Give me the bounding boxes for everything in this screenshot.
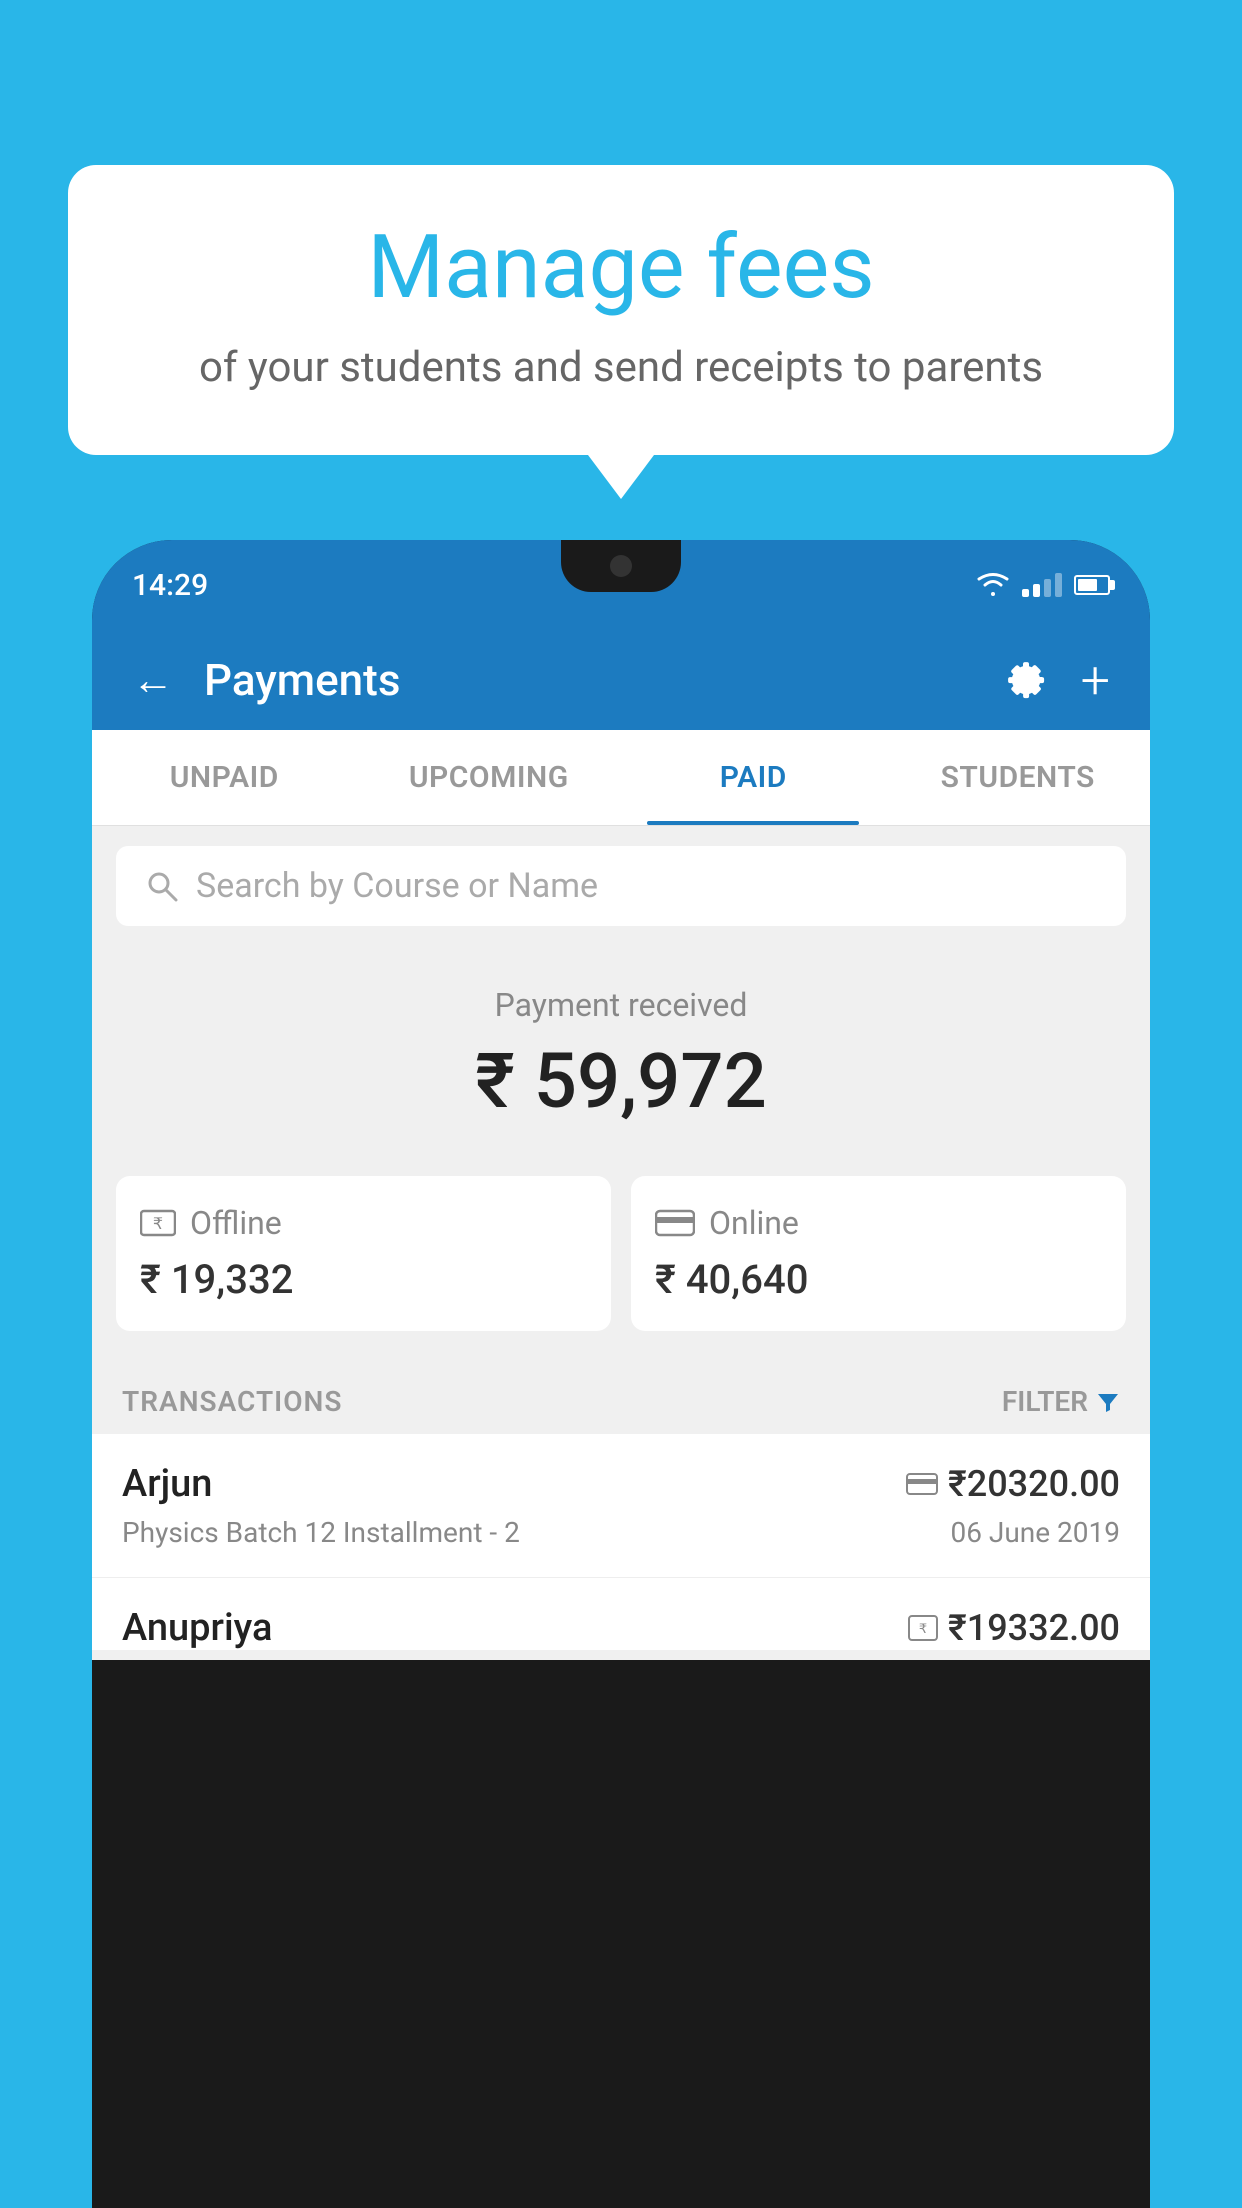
speech-bubble: Manage fees of your students and send re… xyxy=(68,165,1174,455)
tabs-bar: UNPAID UPCOMING PAID STUDENTS xyxy=(92,730,1150,826)
transaction-top: Arjun ₹20320.00 xyxy=(122,1462,1120,1506)
offline-icon: ₹ xyxy=(140,1207,176,1239)
online-card-type: Online xyxy=(709,1204,799,1242)
transaction-amount-2: ₹19332.00 xyxy=(948,1607,1120,1649)
filter-icon xyxy=(1096,1390,1120,1414)
transactions-label: TRANSACTIONS xyxy=(122,1385,342,1418)
filter-button[interactable]: FILTER xyxy=(1002,1385,1120,1418)
search-icon xyxy=(144,868,180,904)
payment-received-section: Payment received ₹ 59,972 xyxy=(92,946,1150,1156)
signal-icon xyxy=(1022,573,1062,597)
online-card-header: Online xyxy=(655,1204,1102,1242)
bubble-title: Manage fees xyxy=(128,220,1114,317)
add-button[interactable]: + xyxy=(1081,650,1110,711)
page-title: Payments xyxy=(204,654,973,706)
camera xyxy=(610,555,632,577)
payment-cards: ₹ Offline ₹ 19,332 Online ₹ 40,640 xyxy=(116,1176,1126,1331)
online-card-amount: ₹ 40,640 xyxy=(655,1256,1102,1303)
transaction-row-partial: Anupriya ₹ ₹19332.00 xyxy=(92,1578,1150,1650)
tab-paid[interactable]: PAID xyxy=(621,730,886,825)
payment-received-amount: ₹ 59,972 xyxy=(92,1036,1150,1126)
svg-text:₹: ₹ xyxy=(919,1621,927,1636)
header-actions: + xyxy=(1003,650,1110,711)
payment-received-label: Payment received xyxy=(92,986,1150,1024)
transaction-amount: ₹20320.00 xyxy=(948,1463,1120,1505)
app-content: Search by Course or Name Payment receive… xyxy=(92,826,1150,1660)
phone-frame: 14:29 ← Payments xyxy=(92,540,1150,2208)
transaction-course: Physics Batch 12 Installment - 2 xyxy=(122,1516,520,1549)
payment-type-icon xyxy=(906,1472,938,1496)
transaction-amount-row-2: ₹ ₹19332.00 xyxy=(908,1607,1120,1649)
transaction-amount-row: ₹20320.00 xyxy=(906,1463,1120,1505)
offline-card: ₹ Offline ₹ 19,332 xyxy=(116,1176,611,1331)
offline-card-type: Offline xyxy=(190,1204,282,1242)
transaction-name: Arjun xyxy=(122,1462,212,1506)
svg-text:₹: ₹ xyxy=(153,1216,163,1233)
bubble-subtitle: of your students and send receipts to pa… xyxy=(128,341,1114,396)
tab-unpaid[interactable]: UNPAID xyxy=(92,730,357,825)
back-button[interactable]: ← xyxy=(132,656,174,705)
wifi-icon xyxy=(976,572,1010,598)
status-time: 14:29 xyxy=(132,568,208,603)
gear-icon[interactable] xyxy=(1003,657,1049,703)
transaction-row: Arjun ₹20320.00 Physics Batch 12 Install… xyxy=(92,1434,1150,1578)
transaction-bottom: Physics Batch 12 Installment - 2 06 June… xyxy=(122,1516,1120,1549)
transaction-date: 06 June 2019 xyxy=(950,1516,1120,1549)
tab-upcoming[interactable]: UPCOMING xyxy=(357,730,622,825)
transaction-top-2: Anupriya ₹ ₹19332.00 xyxy=(122,1606,1120,1650)
tab-students[interactable]: STUDENTS xyxy=(886,730,1151,825)
battery-icon xyxy=(1074,575,1110,595)
offline-card-amount: ₹ 19,332 xyxy=(140,1256,587,1303)
offline-card-header: ₹ Offline xyxy=(140,1204,587,1242)
payment-type-icon-2: ₹ xyxy=(908,1614,938,1642)
app-header: ← Payments + xyxy=(92,630,1150,730)
online-icon xyxy=(655,1208,695,1238)
notch xyxy=(561,540,681,592)
transactions-header: TRANSACTIONS FILTER xyxy=(92,1361,1150,1434)
online-card: Online ₹ 40,640 xyxy=(631,1176,1126,1331)
transaction-name-2: Anupriya xyxy=(122,1606,272,1650)
status-icons xyxy=(976,572,1110,598)
search-bar[interactable]: Search by Course or Name xyxy=(116,846,1126,926)
search-input[interactable]: Search by Course or Name xyxy=(196,866,598,906)
status-bar: 14:29 xyxy=(92,540,1150,630)
